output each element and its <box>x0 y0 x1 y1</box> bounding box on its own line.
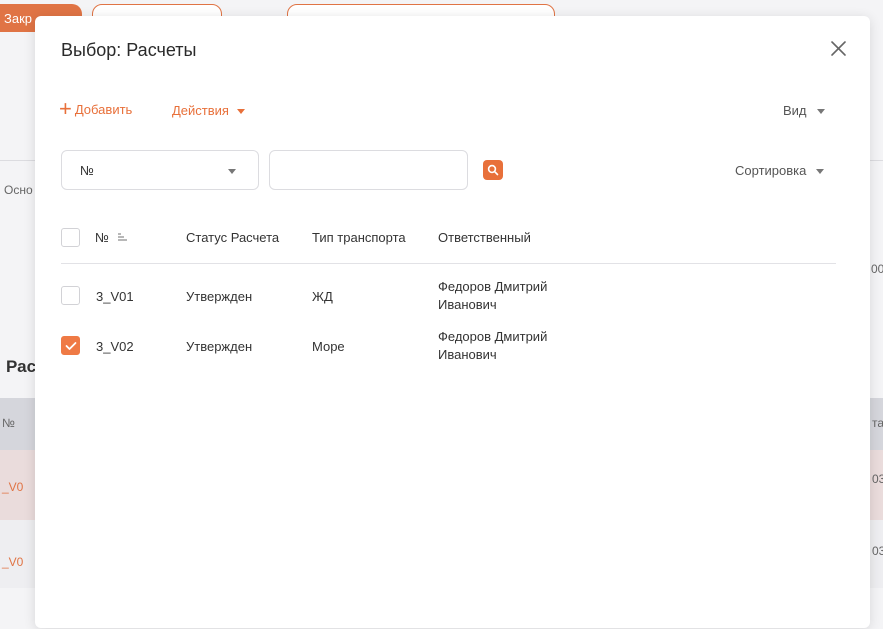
field-select-value: № <box>80 162 94 178</box>
caret-down-icon <box>228 169 236 174</box>
row-checkbox[interactable] <box>61 286 80 305</box>
check-icon <box>65 341 76 350</box>
row-responsible-line1: Федоров Дмитрий <box>438 279 548 294</box>
actions-dropdown[interactable]: Действия <box>172 103 245 118</box>
background-close-button-label: Закр <box>4 11 32 26</box>
field-select[interactable]: № <box>61 150 259 190</box>
row-status: Утвержден <box>186 339 253 354</box>
modal-title: Выбор: Расчеты <box>61 40 197 60</box>
row-responsible-line1: Федоров Дмитрий <box>438 329 548 344</box>
row-responsible: Федоров Дмитрий Иванович <box>438 328 547 364</box>
row-responsible: Федоров Дмитрий Иванович <box>438 278 547 314</box>
plus-icon: + <box>59 96 72 121</box>
background-header-col1: № <box>2 416 15 430</box>
close-button[interactable] <box>828 38 850 60</box>
row-number[interactable]: 3_V02 <box>96 339 134 354</box>
search-input[interactable] <box>269 150 468 190</box>
row-transport: ЖД <box>312 289 333 304</box>
row-transport: Море <box>312 339 345 354</box>
background-row-value: 03 <box>872 544 883 558</box>
close-icon <box>831 41 846 56</box>
view-dropdown[interactable]: Вид <box>783 103 825 118</box>
caret-down-icon <box>236 108 245 114</box>
column-header-responsible[interactable]: Ответственный <box>438 230 531 245</box>
search-button[interactable] <box>483 160 503 180</box>
add-button-label: Добавить <box>74 101 133 117</box>
search-icon <box>487 164 499 176</box>
add-button[interactable]: + Добавить <box>59 96 133 121</box>
background-tab-label: Осно <box>4 183 33 197</box>
background-right-value: 00 <box>871 262 883 276</box>
view-dropdown-label: Вид <box>783 103 807 118</box>
table-header-divider <box>61 263 836 264</box>
sort-dropdown-label: Сортировка <box>735 163 807 178</box>
row-responsible-line2: Иванович <box>438 297 497 312</box>
column-header-transport[interactable]: Тип транспорта <box>312 230 406 245</box>
background-row-id: _V0 <box>2 480 24 494</box>
caret-down-icon <box>816 108 825 114</box>
actions-dropdown-label: Действия <box>172 103 229 118</box>
row-status: Утвержден <box>186 289 253 304</box>
row-checkbox-checked[interactable] <box>61 336 80 355</box>
row-responsible-line2: Иванович <box>438 347 497 362</box>
sort-dropdown[interactable]: Сортировка <box>735 163 825 178</box>
background-row-id: _V0 <box>2 555 24 569</box>
row-number[interactable]: 3_V01 <box>96 289 134 304</box>
background-section-heading: Рас <box>6 357 37 376</box>
background-row-value: 03 <box>872 472 883 486</box>
background-header-col-right: та <box>872 416 883 430</box>
caret-down-icon <box>816 168 825 174</box>
column-header-number[interactable]: № <box>95 230 109 245</box>
column-header-status[interactable]: Статус Расчета <box>186 230 279 245</box>
select-all-checkbox[interactable] <box>61 228 80 247</box>
selection-modal: Выбор: Расчеты + Добавить Действия Вид №… <box>35 16 870 628</box>
sort-icon[interactable] <box>117 232 129 242</box>
